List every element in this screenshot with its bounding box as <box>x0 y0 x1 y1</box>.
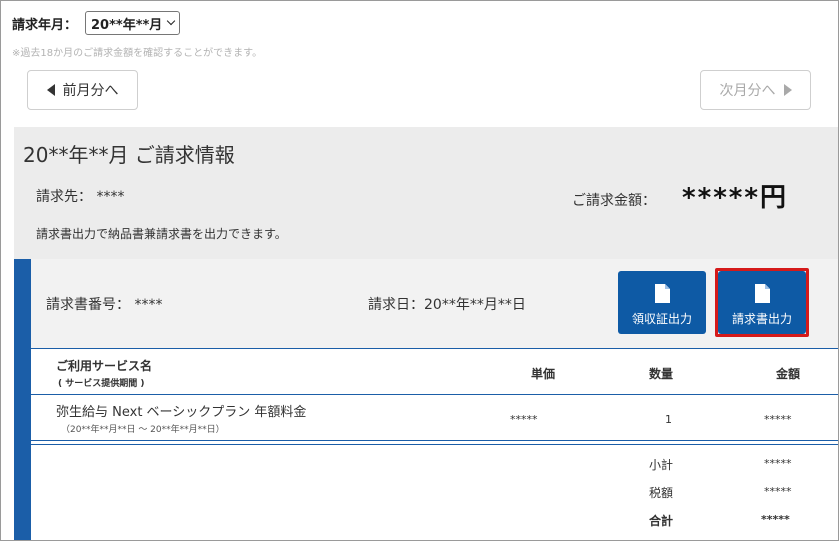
invoice-output-note: 請求書出力で納品書兼請求書を出力できます。 <box>36 227 287 241</box>
chevron-down-icon <box>167 16 176 26</box>
tax-label: 税額 <box>649 486 674 500</box>
table-top-border <box>31 348 838 349</box>
billing-amount-value: *****円 <box>682 183 788 213</box>
bill-to: 請求先： **** <box>36 189 125 205</box>
service-period: （20**年**月**日 ～ 20**年**月**日） <box>61 425 225 435</box>
total-label: 合計 <box>649 514 674 528</box>
document-icon <box>654 284 670 303</box>
invoice-detail: 請求書番号： **** 請求日：20**年**月**日 領収証出力 請求書出力 … <box>14 259 838 540</box>
table-double-border-bottom <box>31 444 838 445</box>
invoice-date: 請求日：20**年**月**日 <box>368 297 526 313</box>
next-month-label: 次月分へ <box>719 83 776 99</box>
unit-price-cell: ***** <box>510 413 538 426</box>
billing-amount-label: ご請求金額： <box>572 193 656 209</box>
invoice-button-highlight <box>715 268 809 337</box>
amount-cell: ***** <box>764 413 792 426</box>
billing-month-row: 請求年月： 20**年**月 <box>12 11 181 35</box>
receipt-output-label: 領収証出力 <box>631 312 692 326</box>
total-value: ***** <box>761 513 790 526</box>
quantity-header: 数量 <box>649 367 674 381</box>
triangle-left-icon <box>46 84 55 96</box>
service-header: ご利用サービス名 <box>56 359 153 373</box>
unit-price-header: 単価 <box>531 367 556 381</box>
subtotal-label: 小計 <box>649 458 674 472</box>
service-name: 弥生給与 Next ベーシックプラン 年額料金 <box>56 405 307 420</box>
billing-month-label: 請求年月： <box>12 17 78 33</box>
prev-month-button[interactable]: 前月分へ <box>27 70 138 110</box>
table-header-border <box>31 394 838 395</box>
billing-summary-panel: 20**年**月 ご請求情報 請求先： **** ご請求金額： *****円 請… <box>14 127 838 259</box>
billing-month-value: 20**年**月 <box>91 17 163 33</box>
triangle-right-icon <box>783 84 792 96</box>
receipt-output-button[interactable]: 領収証出力 <box>618 271 706 334</box>
invoice-number: 請求書番号： **** <box>46 297 163 313</box>
tax-value: ***** <box>764 485 792 498</box>
history-note: ※過去18か月のご請求金額を確認することができます。 <box>12 48 263 59</box>
billing-page: 請求年月： 20**年**月 ※過去18か月のご請求金額を確認することができます… <box>0 0 839 541</box>
service-period-header: ( サービス提供期間 ) <box>58 379 145 389</box>
invoice-header: 請求書番号： **** 請求日：20**年**月**日 領収証出力 請求書出力 <box>31 259 838 348</box>
billing-summary-title: 20**年**月 ご請求情報 <box>23 143 235 167</box>
subtotal-value: ***** <box>764 457 792 470</box>
prev-month-label: 前月分へ <box>62 83 119 99</box>
quantity-cell: 1 <box>665 413 672 426</box>
amount-header: 金額 <box>776 367 801 381</box>
next-month-button[interactable]: 次月分へ <box>700 70 811 110</box>
billing-month-select[interactable]: 20**年**月 <box>85 11 181 35</box>
table-double-border-top <box>31 440 838 441</box>
